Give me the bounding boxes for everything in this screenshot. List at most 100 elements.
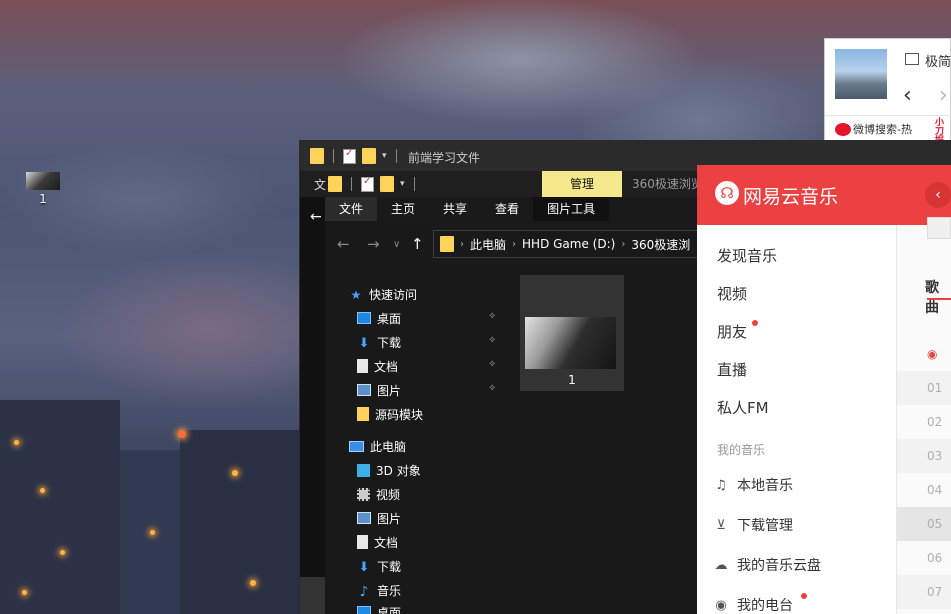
song-list-panel: 歌曲 ◉ 01 02 03 04 05 06 07 xyxy=(897,217,951,614)
weibo-search-link[interactable]: 微博搜索-热 xyxy=(853,121,912,137)
song-row[interactable]: 01 xyxy=(897,371,951,405)
back-arrow-icon[interactable]: ‹ xyxy=(903,83,912,108)
nav-label: 文档 xyxy=(374,535,399,550)
pin-icon[interactable]: ✧ xyxy=(488,335,496,346)
nav-music[interactable]: ♪ 音乐 xyxy=(357,579,401,601)
menu-video[interactable]: 视频 xyxy=(717,283,747,304)
song-row-playing[interactable]: ◉ xyxy=(897,337,951,371)
star-icon: ★ xyxy=(350,288,362,302)
file-item[interactable]: 1 xyxy=(520,275,624,391)
menu-label: 我的电台 xyxy=(737,598,793,614)
pin-icon[interactable]: ✧ xyxy=(488,383,496,394)
city-light xyxy=(178,430,186,438)
folder-icon xyxy=(328,176,342,192)
song-row[interactable]: 04 xyxy=(897,473,951,507)
nav-videos[interactable]: 视频 xyxy=(357,483,400,505)
tab-underline xyxy=(927,298,951,300)
nav-label: 音乐 xyxy=(377,583,402,598)
back-arrow-icon[interactable]: ← xyxy=(310,209,322,225)
menu-personal-fm[interactable]: 私人FM xyxy=(717,397,769,418)
netease-music-window[interactable]: ☊ 网易云音乐 ‹ 发现音乐 视频 朋友 直播 私人FM 我的音乐 ♫ 本地音乐… xyxy=(697,165,951,614)
nav-label: 此电脑 xyxy=(370,439,407,454)
menu-local-music[interactable]: ♫ 本地音乐 xyxy=(713,475,793,495)
recent-locations-chevron-icon[interactable]: ∨ xyxy=(393,239,400,250)
image-icon xyxy=(905,53,919,65)
pin-icon[interactable]: ✧ xyxy=(488,359,496,370)
browser-popup[interactable]: 极简 ‹ › 微博搜索-热 小刀娱乐 xyxy=(824,38,951,155)
back-chevron-icon[interactable]: ‹ xyxy=(925,182,951,208)
chevron-right-icon[interactable]: › xyxy=(460,239,464,250)
notification-dot xyxy=(752,320,758,326)
forward-arrow-icon[interactable]: › xyxy=(939,83,948,108)
download-icon: ⬇ xyxy=(358,336,370,351)
back-button[interactable]: ← xyxy=(337,235,350,253)
menu-my-radio[interactable]: ◉ 我的电台 xyxy=(713,595,793,614)
search-box[interactable] xyxy=(927,217,951,239)
properties-icon[interactable] xyxy=(361,176,374,192)
song-row[interactable]: 02 xyxy=(897,405,951,439)
nav-label: 下载 xyxy=(377,335,402,350)
nav-pictures[interactable]: 图片 xyxy=(357,379,401,401)
song-row[interactable]: 07 xyxy=(897,575,951,609)
customize-toolbar-chevron-icon[interactable]: ▾ xyxy=(382,151,387,161)
tab-view[interactable]: 查看 xyxy=(481,197,533,221)
breadcrumb-drive[interactable]: HHD Game (D:) xyxy=(522,237,615,251)
nav-label: 文档 xyxy=(374,359,399,374)
chevron-right-icon[interactable]: › xyxy=(512,239,516,250)
browser-window-title: 360极速浏览 xyxy=(632,177,703,191)
mountain-thumbnail[interactable] xyxy=(835,49,887,99)
menu-cloud-drive[interactable]: ☁ 我的音乐云盘 xyxy=(713,555,822,575)
pin-icon[interactable]: ✧ xyxy=(488,311,496,322)
nav-pc-desktop[interactable]: 桌面 xyxy=(357,601,401,614)
tab-picture-tools[interactable]: 图片工具 xyxy=(533,197,610,221)
radio-icon: ◉ xyxy=(715,597,727,613)
tab-songs[interactable]: 歌曲 xyxy=(925,277,951,317)
nav-desktop[interactable]: 桌面 xyxy=(357,307,401,329)
cloud-icon: ☁ xyxy=(714,557,728,573)
nav-source-modules[interactable]: 源码模块 xyxy=(357,403,423,425)
nav-label: 图片 xyxy=(377,383,402,398)
city-light xyxy=(14,440,19,445)
menu-discover-music[interactable]: 发现音乐 xyxy=(717,245,777,266)
menu-download-manager[interactable]: ⊻ 下载管理 xyxy=(713,515,793,535)
manage-tab[interactable]: 管理 xyxy=(542,171,622,197)
breadcrumb-folder[interactable]: 360极速浏 xyxy=(631,236,690,253)
song-row[interactable]: 03 xyxy=(897,439,951,473)
nav-this-pc[interactable]: 此电脑 xyxy=(349,435,406,457)
new-folder-icon[interactable] xyxy=(362,148,376,164)
nav-downloads[interactable]: ⬇ 下载 xyxy=(357,331,401,353)
song-row[interactable]: 05 xyxy=(897,507,951,541)
background-window-strip: ← xyxy=(300,197,325,614)
file-tab-background[interactable]: 文 xyxy=(314,176,326,193)
menu-live[interactable]: 直播 xyxy=(717,359,747,380)
city-light xyxy=(22,590,27,595)
nav-documents[interactable]: 文档 xyxy=(357,355,398,377)
separator xyxy=(413,177,415,191)
up-button[interactable]: ↑ xyxy=(411,235,424,253)
second-window-quick-toolbar: ▾ xyxy=(328,171,418,197)
tab-share[interactable]: 共享 xyxy=(429,197,481,221)
tab-home[interactable]: 主页 xyxy=(377,197,429,221)
tab-file[interactable]: 文件 xyxy=(325,197,378,221)
properties-icon[interactable] xyxy=(343,148,356,164)
nav-3d-objects[interactable]: 3D 对象 xyxy=(357,459,421,481)
app-name: 网易云音乐 xyxy=(743,186,839,208)
nav-label: 源码模块 xyxy=(375,407,424,422)
nav-quick-access[interactable]: ★ 快速访问 xyxy=(349,283,417,305)
music-sidebar: 发现音乐 视频 朋友 直播 私人FM 我的音乐 ♫ 本地音乐 ⊻ 下载管理 ☁ … xyxy=(697,225,897,614)
nav-pc-pictures[interactable]: 图片 xyxy=(357,507,401,529)
divider xyxy=(825,115,951,116)
netease-logo-icon[interactable]: ☊ xyxy=(715,181,739,205)
customize-toolbar-chevron-icon[interactable]: ▾ xyxy=(400,179,405,189)
breadcrumb-this-pc[interactable]: 此电脑 xyxy=(470,236,506,253)
nav-pc-documents[interactable]: 文档 xyxy=(357,531,398,553)
desktop-file-icon[interactable]: 1 xyxy=(24,172,62,206)
nav-pc-downloads[interactable]: ⬇ 下载 xyxy=(357,555,401,577)
chevron-right-icon[interactable]: › xyxy=(621,239,625,250)
menu-friends[interactable]: 朋友 xyxy=(717,321,747,342)
new-folder-icon[interactable] xyxy=(380,176,394,192)
forward-button[interactable]: → xyxy=(367,235,380,253)
desktop-file-label: 1 xyxy=(39,192,47,206)
folder-icon xyxy=(310,148,324,164)
song-row[interactable]: 06 xyxy=(897,541,951,575)
